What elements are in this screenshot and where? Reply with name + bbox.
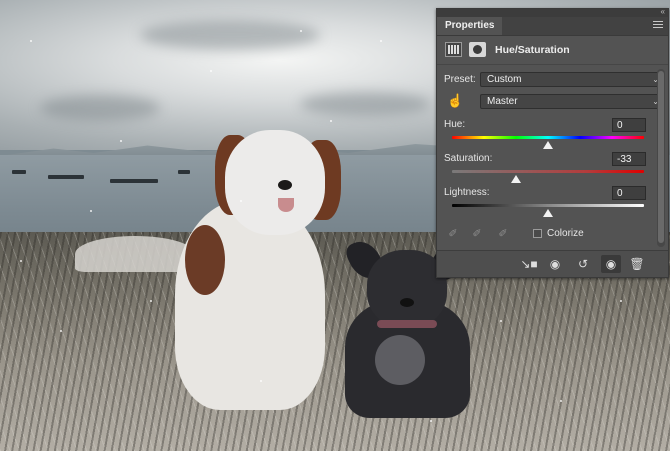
panel-scrollbar[interactable] xyxy=(657,69,665,247)
reset-icon[interactable]: ↺ xyxy=(573,255,593,273)
lightness-slider-thumb[interactable] xyxy=(543,209,553,217)
properties-panel: « Properties Hue/Saturation Preset: Cust… xyxy=(436,7,669,278)
hue-saturation-adjustment-icon[interactable] xyxy=(445,42,462,57)
colorize-checkbox-box[interactable] xyxy=(533,229,542,238)
preset-label: Preset: xyxy=(444,74,476,85)
cloud xyxy=(300,92,430,116)
clip-to-layer-icon[interactable]: ↘■ xyxy=(519,255,539,273)
panel-tab-bar: Properties xyxy=(437,17,668,36)
saturation-label: Saturation: xyxy=(444,153,493,164)
eyedropper-tools: ✐ ✐ ✐ Colorize xyxy=(445,226,645,242)
channel-value: Master xyxy=(487,96,518,107)
preset-dropdown[interactable]: Custom ⌄ xyxy=(480,72,664,87)
visibility-eye-icon[interactable]: ◉ xyxy=(601,255,621,273)
spaniel-dog xyxy=(165,130,345,410)
cloud xyxy=(40,95,160,121)
view-previous-state-icon[interactable]: ◉ xyxy=(545,255,565,273)
saturation-slider-track[interactable] xyxy=(452,170,644,173)
saturation-value-field[interactable]: -33 xyxy=(612,152,646,166)
panel-footer: ↘■ ◉ ↺ ◉ 🗑 xyxy=(437,250,668,277)
adjustment-header: Hue/Saturation xyxy=(437,36,668,65)
channel-dropdown[interactable]: Master ⌄ xyxy=(480,94,664,109)
saturation-control: Saturation: -33 xyxy=(444,152,646,186)
scrollbar-thumb[interactable] xyxy=(658,71,664,243)
panel-menu-icon[interactable] xyxy=(653,21,663,31)
cloud xyxy=(140,20,320,50)
lightness-control: Lightness: 0 xyxy=(444,186,646,220)
hue-label: Hue: xyxy=(444,119,466,130)
trash-icon[interactable]: 🗑 xyxy=(627,255,647,273)
saturation-slider-thumb[interactable] xyxy=(511,175,522,183)
colorize-label: Colorize xyxy=(547,228,584,239)
ship xyxy=(110,179,158,183)
preset-row: Preset: Custom ⌄ xyxy=(444,72,664,88)
adjustment-title: Hue/Saturation xyxy=(495,44,570,56)
eyedropper-plus-icon[interactable]: ✐ xyxy=(469,226,485,242)
hue-value-field[interactable]: 0 xyxy=(612,118,646,132)
tab-properties[interactable]: Properties xyxy=(437,17,503,35)
lightness-value-field[interactable]: 0 xyxy=(612,186,646,200)
channel-row: ☝ Master ⌄ xyxy=(444,93,664,111)
targeted-adjustment-hand-icon[interactable]: ☝ xyxy=(447,93,463,109)
lightness-label: Lightness: xyxy=(444,187,490,198)
lightness-slider-track[interactable] xyxy=(452,204,644,207)
colorize-checkbox[interactable]: Colorize xyxy=(533,228,584,239)
eyedropper-icon[interactable]: ✐ xyxy=(445,226,461,242)
layer-mask-icon[interactable] xyxy=(469,42,486,57)
hue-control: Hue: 0 xyxy=(444,118,646,152)
panel-titlebar[interactable]: « xyxy=(437,7,668,17)
ship xyxy=(12,170,26,174)
collapse-icon[interactable]: « xyxy=(661,7,665,16)
hue-slider-track[interactable] xyxy=(452,136,644,139)
ship xyxy=(48,175,84,179)
preset-value: Custom xyxy=(487,74,522,85)
eyedropper-minus-icon[interactable]: ✐ xyxy=(495,226,511,242)
hue-slider-thumb[interactable] xyxy=(543,141,553,149)
